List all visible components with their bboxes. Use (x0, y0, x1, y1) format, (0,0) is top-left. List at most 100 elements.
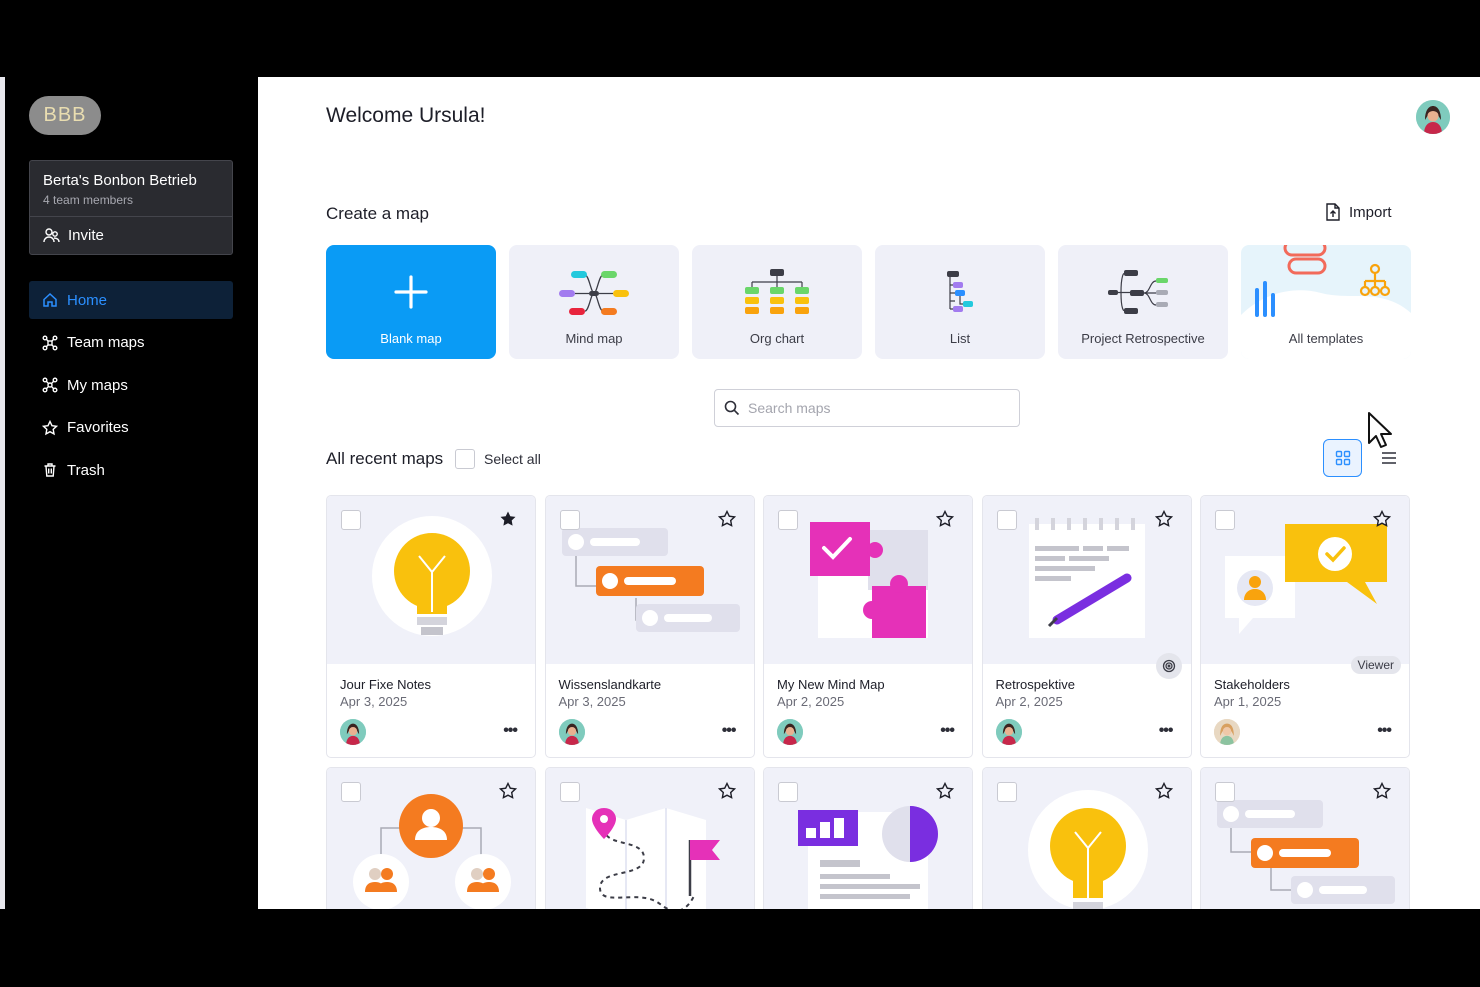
all-templates-tile[interactable]: All templates (1241, 245, 1411, 359)
grid-view-icon (1335, 450, 1350, 466)
map-name: Retrospektive (995, 677, 1075, 692)
map-card[interactable] (326, 767, 536, 909)
tile-label: Blank map (380, 331, 442, 346)
sidebar-item-label: Team maps (67, 334, 145, 351)
map-card[interactable] (1200, 767, 1410, 909)
card-checkbox[interactable] (996, 782, 1017, 802)
star-outline-icon[interactable] (717, 782, 736, 800)
card-checkbox[interactable] (1215, 510, 1235, 530)
sidebar-item-trash[interactable]: Trash (29, 451, 233, 489)
owner-avatar (777, 719, 803, 745)
card-checkbox[interactable] (778, 510, 798, 530)
project-retrospective-tile[interactable]: Project Retrospective (1058, 245, 1228, 359)
page-title: Welcome Ursula! (326, 104, 486, 127)
import-icon (1326, 203, 1340, 221)
card-checkbox[interactable] (341, 782, 361, 802)
mind-map-tile[interactable]: Mind map (509, 245, 679, 359)
create-map-title: Create a map (326, 204, 429, 223)
map-date: Apr 2, 2025 (777, 694, 845, 709)
sidebar-item-my-maps[interactable]: My maps (29, 366, 233, 404)
card-checkbox[interactable] (778, 782, 798, 802)
map-name: Jour Fixe Notes (340, 677, 432, 692)
map-name: Stakeholders (1214, 677, 1290, 692)
org-chart-tile[interactable]: Org chart (692, 245, 862, 359)
more-options-icon[interactable]: ••• (503, 722, 518, 740)
map-card[interactable]: Jour Fixe Notes Apr 3, 2025 ••• (326, 495, 536, 758)
mouse-cursor-icon (1368, 412, 1392, 448)
select-all-label: Select all (484, 451, 541, 467)
select-all[interactable]: Select all (455, 449, 541, 469)
team-logo[interactable]: BBB (29, 96, 101, 135)
invite-users-icon (43, 228, 60, 243)
home-icon (43, 292, 57, 307)
map-date: Apr 2, 2025 (995, 694, 1063, 709)
sidebar-item-team-maps[interactable]: Team maps (29, 324, 233, 362)
grid-view-toggle[interactable] (1323, 439, 1362, 477)
sidebar-item-favorites[interactable]: Favorites (29, 409, 233, 447)
sidebar-item-label: Trash (67, 461, 105, 479)
team-members-count: 4 team members (43, 193, 134, 207)
owner-avatar (340, 719, 366, 745)
more-options-icon[interactable]: ••• (1377, 722, 1392, 740)
my-maps-icon (42, 377, 58, 393)
map-date: Apr 1, 2025 (1214, 694, 1282, 709)
card-checkbox[interactable] (1215, 782, 1235, 802)
import-button[interactable]: Import (1325, 203, 1392, 221)
team-name: Berta's Bonbon Betrieb (43, 172, 197, 189)
card-checkbox[interactable] (559, 782, 580, 802)
map-card[interactable]: My New Mind Map Apr 2, 2025 ••• (763, 495, 973, 758)
map-name: Wissenslandkarte (558, 677, 662, 692)
shared-badge (1155, 653, 1182, 679)
tile-label: All templates (1288, 331, 1364, 346)
map-card[interactable] (544, 767, 755, 909)
team-switcher[interactable]: Berta's Bonbon Betrieb 4 team members In… (29, 160, 233, 255)
star-outline-icon[interactable] (717, 510, 736, 528)
sidebar-item-label: Home (67, 291, 108, 309)
invite-button[interactable]: Invite (43, 227, 104, 244)
star-filled-icon[interactable] (499, 510, 517, 528)
recent-maps-grid: Jour Fixe Notes Apr 3, 2025 ••• Wissensl… (326, 495, 1410, 909)
star-outline-icon[interactable] (936, 510, 954, 528)
select-all-checkbox[interactable] (455, 449, 475, 469)
star-outline-icon[interactable] (1373, 510, 1391, 528)
owner-avatar (1214, 719, 1240, 745)
map-card[interactable] (763, 767, 973, 909)
map-card[interactable]: Retrospektive Apr 2, 2025 ••• (981, 495, 1192, 758)
recent-maps-title: All recent maps (326, 449, 444, 468)
owner-avatar (995, 719, 1022, 745)
map-name: My New Mind Map (777, 677, 885, 692)
search-icon (724, 400, 740, 416)
import-label: Import (1349, 203, 1392, 221)
team-maps-icon (42, 335, 58, 350)
card-checkbox[interactable] (341, 510, 361, 530)
sidebar-nav: Home Team maps My maps Favorites Trash (29, 281, 233, 494)
star-outline-icon[interactable] (1154, 782, 1173, 800)
user-avatar[interactable] (1416, 100, 1450, 134)
sidebar-item-label: Favorites (67, 419, 129, 436)
star-outline-icon[interactable] (1154, 510, 1173, 528)
viewer-badge: Viewer (1350, 656, 1401, 674)
owner-avatar (558, 719, 585, 745)
more-options-icon[interactable]: ••• (722, 722, 737, 740)
card-checkbox[interactable] (559, 510, 580, 530)
search-input[interactable] (748, 400, 998, 416)
map-card[interactable]: Wissenslandkarte Apr 3, 2025 ••• (544, 495, 755, 758)
sidebar-item-home[interactable]: Home (29, 281, 233, 319)
star-outline-icon[interactable] (1373, 782, 1391, 800)
trash-icon (44, 463, 56, 477)
blank-map-tile[interactable]: Blank map (326, 245, 496, 359)
search-box[interactable] (714, 389, 1020, 427)
tile-label: Mind map (565, 331, 623, 346)
app-window: BBB Berta's Bonbon Betrieb 4 team member… (0, 77, 1480, 909)
card-checkbox[interactable] (996, 510, 1017, 530)
more-options-icon[interactable]: ••• (940, 722, 955, 740)
star-outline-icon[interactable] (499, 782, 517, 800)
map-card[interactable]: Viewer Stakeholders Apr 1, 2025 ••• (1200, 495, 1410, 758)
list-tile[interactable]: List (875, 245, 1045, 359)
more-options-icon[interactable]: ••• (1159, 722, 1174, 740)
main-content: Welcome Ursula! Create a map Import Blan… (258, 77, 1480, 909)
sidebar: BBB Berta's Bonbon Betrieb 4 team member… (5, 77, 258, 909)
map-card[interactable] (981, 767, 1192, 909)
star-outline-icon[interactable] (936, 782, 954, 800)
list-view-icon (1382, 452, 1396, 464)
